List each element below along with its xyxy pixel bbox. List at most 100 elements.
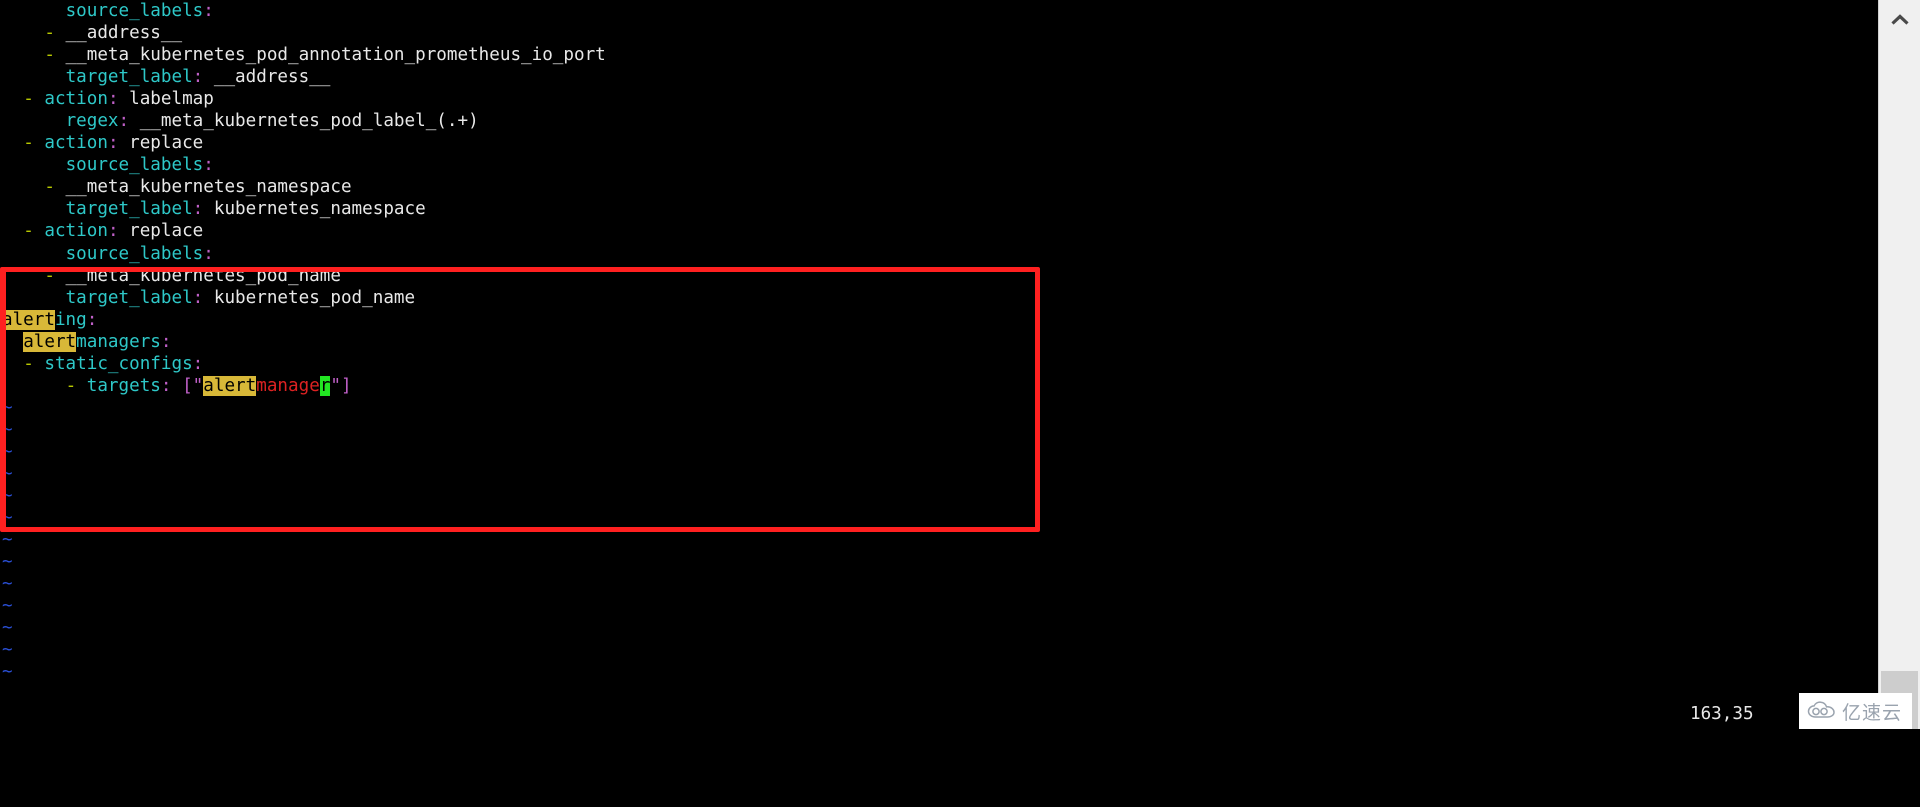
editor-line[interactable]: ~ xyxy=(0,617,1878,639)
code-token: : xyxy=(107,221,119,242)
code-token: ing xyxy=(54,309,87,330)
scroll-up-button[interactable] xyxy=(1879,0,1920,40)
editor-line[interactable]: ~ xyxy=(0,397,1878,419)
code-token: : xyxy=(192,67,204,88)
code-token: alert xyxy=(203,375,257,396)
vertical-scrollbar[interactable] xyxy=(1878,0,1920,729)
code-token: - xyxy=(23,353,34,374)
code-token: action xyxy=(44,221,108,242)
code-token: : xyxy=(203,1,214,21)
editor-line[interactable]: - static_configs: xyxy=(0,353,1878,375)
code-token: managers xyxy=(76,331,161,352)
editor-line[interactable]: ~ xyxy=(0,595,1878,617)
code-token: __meta_kubernetes_pod_label_(.+) xyxy=(129,111,479,132)
code-token: __meta_kubernetes_pod_name xyxy=(54,265,341,286)
editor-line[interactable]: - __meta_kubernetes_namespace xyxy=(0,176,1878,198)
editor-line[interactable]: ~ xyxy=(0,507,1878,529)
editor-line[interactable]: ~ xyxy=(0,639,1878,661)
code-token: targets xyxy=(86,375,161,396)
code-token: - xyxy=(23,221,34,242)
editor-line[interactable]: - __meta_kubernetes_pod_name xyxy=(0,265,1878,287)
editor-line[interactable]: - action: replace xyxy=(0,220,1878,242)
code-token: replace xyxy=(118,221,204,242)
code-token: : xyxy=(192,199,204,220)
code-token: ~ xyxy=(2,463,13,484)
code-token: target_label xyxy=(65,67,193,88)
code-token: - xyxy=(65,375,77,396)
code-token: __address__ xyxy=(54,23,183,44)
code-token: source_labels xyxy=(65,155,204,176)
code-token: ~ xyxy=(2,486,13,507)
editor-line[interactable]: target_label: kubernetes_namespace xyxy=(0,198,1878,220)
code-token: "] xyxy=(330,375,352,396)
editor-line[interactable]: - __address__ xyxy=(0,22,1878,44)
editor-line[interactable]: ~ xyxy=(0,419,1878,441)
code-token: : xyxy=(118,111,130,132)
code-token: ~ xyxy=(2,596,13,617)
code-token: ~ xyxy=(2,508,13,529)
code-token: ~ xyxy=(2,618,13,639)
editor-line[interactable]: ~ xyxy=(0,551,1878,573)
code-token: - xyxy=(44,265,55,286)
code-token: action xyxy=(44,133,108,154)
code-token: - xyxy=(23,89,34,110)
code-token: source_labels xyxy=(65,1,204,21)
code-token: r xyxy=(319,375,331,396)
terminal-window: source_labels: - __address__ - __meta_ku… xyxy=(0,0,1920,729)
code-token: alert xyxy=(23,331,77,352)
editor-line[interactable]: - action: replace xyxy=(0,132,1878,154)
code-token: ~ xyxy=(2,530,13,551)
editor-line[interactable]: ~ xyxy=(0,529,1878,551)
editor-line[interactable]: - __meta_kubernetes_pod_annotation_prome… xyxy=(0,44,1878,66)
code-token: : xyxy=(107,89,119,110)
editor-line[interactable]: alerting: xyxy=(0,309,1878,331)
status-bar: 163,35 Bot xyxy=(0,703,1878,729)
watermark: 亿速云 xyxy=(1798,693,1912,729)
editor-line[interactable]: source_labels: xyxy=(0,154,1878,176)
editor-line[interactable]: ~ xyxy=(0,573,1878,595)
code-token: : xyxy=(192,353,204,374)
code-token: ~ xyxy=(2,662,13,683)
editor-line[interactable]: source_labels: xyxy=(0,243,1878,265)
code-token: labelmap xyxy=(118,89,214,110)
code-token: - xyxy=(44,23,55,44)
editor-text-area[interactable]: source_labels: - __address__ - __meta_ku… xyxy=(0,0,1878,729)
code-token: __address__ xyxy=(203,67,331,88)
watermark-text: 亿速云 xyxy=(1841,701,1902,724)
code-token: target_label xyxy=(65,287,193,308)
editor-line[interactable]: target_label: __address__ xyxy=(0,66,1878,88)
editor-line[interactable]: regex: __meta_kubernetes_pod_label_(.+) xyxy=(0,110,1878,132)
code-token: : xyxy=(192,287,204,308)
editor-line[interactable]: ~ xyxy=(0,661,1878,683)
editor-line[interactable]: ~ xyxy=(0,463,1878,485)
editor-line[interactable]: - action: labelmap xyxy=(0,88,1878,110)
code-token: ~ xyxy=(2,574,13,595)
editor-line[interactable]: ~ xyxy=(0,441,1878,463)
code-token: [" xyxy=(182,375,204,396)
code-token: : xyxy=(203,155,214,176)
editor-line[interactable]: ~ xyxy=(0,485,1878,507)
code-token: manage xyxy=(256,375,320,396)
editor-line[interactable]: source_labels: xyxy=(0,0,1878,22)
code-token: ~ xyxy=(2,441,13,462)
editor-line[interactable]: alertmanagers: xyxy=(0,331,1878,353)
code-token: : xyxy=(86,309,98,330)
editor-line[interactable]: - targets: ["alertmanager"] xyxy=(0,375,1878,397)
code-token: regex xyxy=(65,111,119,132)
editor-line[interactable]: target_label: kubernetes_pod_name xyxy=(0,287,1878,309)
code-token: : xyxy=(160,375,172,396)
code-token: replace xyxy=(118,133,204,154)
code-token: action xyxy=(44,89,108,110)
